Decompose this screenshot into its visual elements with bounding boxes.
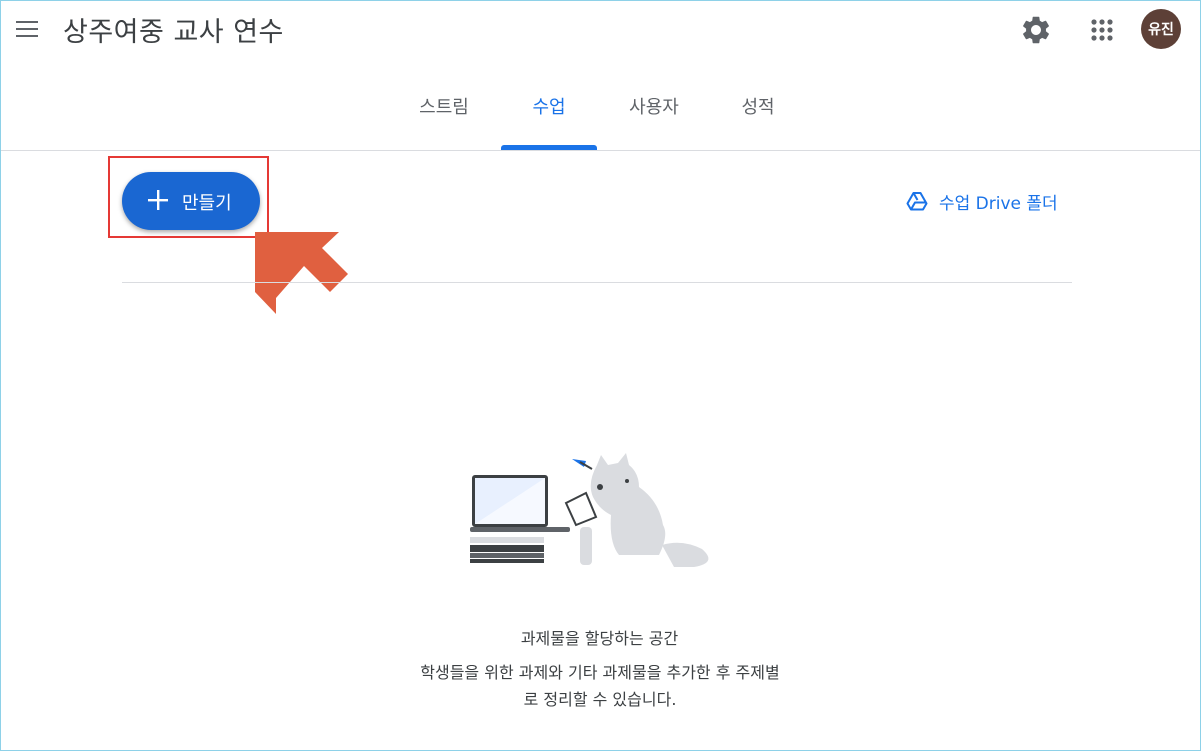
tab-grades[interactable]: 성적: [718, 86, 798, 150]
menu-icon-bar: [16, 35, 38, 37]
tab-classwork[interactable]: 수업: [509, 86, 589, 150]
empty-state-description: 학생들을 위한 과제와 기타 과제물을 추가한 후 주제별 로 정리할 수 있습…: [380, 659, 820, 713]
content-divider: [122, 282, 1072, 283]
header-divider: [1, 150, 1200, 151]
empty-state-description-line: 로 정리할 수 있습니다.: [523, 690, 677, 709]
menu-icon: [16, 21, 38, 23]
tab-people[interactable]: 사용자: [614, 86, 694, 150]
main-menu-button[interactable]: [12, 15, 42, 45]
class-tabs: 스트림 수업 사용자 성적: [0, 86, 1199, 150]
settings-button[interactable]: [1017, 11, 1055, 49]
tab-stream[interactable]: 스트림: [404, 86, 484, 150]
account-avatar[interactable]: 유진: [1141, 9, 1181, 49]
pointer-arrow-icon: [255, 232, 348, 314]
drive-icon: [906, 192, 928, 211]
gear-icon: [1023, 16, 1049, 44]
apps-grid-icon: [1091, 19, 1113, 41]
empty-state-title: 과제물을 할당하는 공간: [520, 629, 679, 648]
drive-link-label: 수업 Drive 폴더: [939, 193, 1058, 214]
apps-button[interactable]: [1083, 11, 1121, 49]
class-drive-folder-link[interactable]: 수업 Drive 폴더: [905, 188, 1058, 214]
empty-state-illustration: [470, 453, 709, 567]
menu-icon-bar: [16, 28, 38, 30]
empty-state-description-line: 학생들을 위한 과제와 기타 과제물을 추가한 후 주제별: [420, 663, 780, 682]
class-title[interactable]: 상주여중 교사 연수: [63, 10, 284, 49]
